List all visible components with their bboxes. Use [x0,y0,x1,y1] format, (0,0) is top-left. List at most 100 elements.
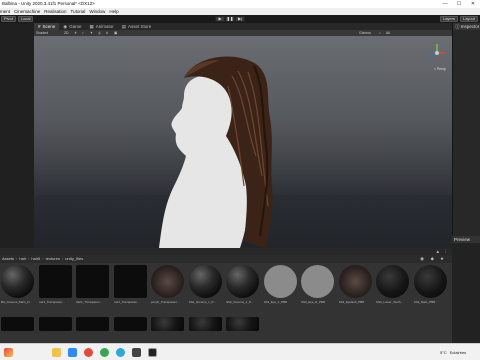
mail-icon[interactable] [68,348,77,357]
tab-scene-label: Scene [42,24,56,29]
asset-item[interactable]: SS3_Eye_1_PBR [263,265,300,304]
weather-status[interactable]: 5°C Eclairées [440,349,466,356]
asset-grid: BA_Grooms_Main_Ft hair1_Transparen... hair… [0,263,452,343]
scene-search-filter[interactable]: All [386,31,390,35]
preview-title: Preview [454,237,471,242]
shading-mode-dropdown[interactable]: Shaded [36,31,48,35]
tab-asset-store[interactable]: ▤ Asset Store [118,23,156,30]
asset-item[interactable]: hair1_Transparen... [76,265,112,304]
play-icon[interactable]: ▶ [215,16,225,22]
asset-thumbnail [188,317,222,331]
inspector-tab-icon: ⓘ [455,24,460,29]
opera-icon[interactable] [84,348,93,357]
hidden-objects-icon[interactable]: ◎ [98,31,101,35]
asset-item[interactable]: SS2_Grooms_1_P... [188,265,225,304]
grid-toggle-icon[interactable]: # [106,31,108,35]
asset-thumbnail [413,265,447,298]
character-model[interactable] [34,36,452,248]
asset-thumbnail [188,265,222,298]
asset-thumbnail [113,265,147,298]
scene-viewport[interactable]: < Persp [34,36,452,248]
asset-item-row2[interactable] [76,317,112,331]
layout-dropdown[interactable]: Layout [459,16,478,22]
search-icon[interactable]: ⌕ [379,31,381,35]
local-toggle[interactable]: Local [17,16,34,22]
layers-label: Layers [442,16,455,21]
asset-item-row2[interactable] [38,317,75,331]
layers-dropdown[interactable]: Layers [439,16,458,22]
file-explorer-icon[interactable] [52,348,61,357]
breadcrumb-separator: › [42,256,44,261]
asset-item[interactable]: hair1_Transparen... [38,265,75,304]
asset-item-row2[interactable] [1,317,37,331]
breadcrumb-assets[interactable]: Assets [2,255,14,263]
asset-item-row2[interactable] [188,317,225,331]
weather-text: Eclairées [449,350,467,355]
asset-item[interactable]: SS3_Nails_PBR [413,265,450,304]
main-toolbar: Pivot Local ▶ ❚❚ ▶| Layers Layout [0,15,480,23]
menu-cinemachine[interactable]: Cinemachine [14,8,40,15]
tab-animator[interactable]: ▦ Animator [85,23,117,30]
menu-help[interactable]: Help [109,8,118,15]
store-tab-icon: ▤ [121,24,127,29]
label-filter-icon[interactable]: ◆ [431,256,434,262]
menu-component[interactable]: ment [0,8,10,15]
step-icon[interactable]: ▶| [235,16,245,22]
asset-item[interactable]: SS3_Eye_R_PBR [301,265,337,304]
asset-item-row2[interactable] [113,317,150,331]
chrome-icon[interactable] [100,348,109,357]
asset-thumbnail [1,265,34,298]
weather-widget-icon[interactable] [4,348,13,357]
asset-item[interactable]: SS3_Eyelash_PBR [338,265,375,304]
project-lock-icon[interactable]: ▲ [436,249,440,254]
asset-thumbnail [113,317,147,331]
pivot-toggle[interactable]: Pivot [1,16,16,22]
asset-thumbnail [226,265,259,298]
perspective-label[interactable]: < Persp [434,67,446,71]
gizmos-dropdown[interactable]: Gizmos [359,31,371,35]
asset-item[interactable]: BA_Grooms_Main_Ft [1,265,37,304]
pivot-label: Pivot [4,16,13,21]
menu-realisation[interactable]: Realisation [44,8,66,15]
inspector-tab[interactable]: ⓘ Inspector [453,23,480,30]
pause-icon[interactable]: ❚❚ [225,16,235,22]
asset-item-row2[interactable] [226,317,262,331]
lighting-toggle-icon[interactable]: ☀ [74,31,77,35]
unity-hub-icon[interactable] [132,348,141,357]
inspector-tab-label: Inspector [460,24,480,29]
asset-thumbnail [76,265,109,298]
asset-item[interactable]: SS3_Lower_Teeth... [376,265,412,304]
scene-tab-icon: # [38,24,41,29]
asset-item[interactable]: hair1_Transparen... [113,265,150,304]
breadcrumb-hair5[interactable]: hair5 [31,255,40,263]
breadcrumb-hair[interactable]: hair [19,255,26,263]
menu-tutorial[interactable]: Tutorial [71,8,86,15]
close-button[interactable]: ✕ [466,0,480,8]
orientation-gizmo-icon[interactable] [426,42,448,64]
tab-game[interactable]: ◉ Game [59,23,85,30]
inspector-panel: ⓘ Inspector [452,23,480,236]
maximize-button[interactable]: ☐ [452,0,466,8]
breadcrumb-untty-files[interactable]: untty_files [65,255,83,263]
camera-settings-icon[interactable]: ▣ [114,31,117,35]
minimize-button[interactable]: — [438,0,452,8]
asset-label: hair1_Transparen... [76,300,103,304]
tab-scene[interactable]: # Scene [34,23,60,30]
visibility-icon[interactable]: ◉ [420,256,424,262]
2d-toggle[interactable]: 2D [64,31,68,35]
asset-item-row2[interactable] [151,317,187,331]
asset-label: SS2_Grooms_1_P... [188,300,216,304]
asset-thumbnail [338,265,372,298]
audio-toggle-icon[interactable]: ♪ [82,31,84,35]
effects-toggle-icon[interactable]: ✦ [90,31,93,35]
asset-label: SS3_Nails_PBR [413,300,436,304]
asset-item[interactable]: ponyb_Transparent... [151,265,187,304]
favorite-icon[interactable]: ★ [440,256,444,262]
asset-item[interactable]: SS2_Grooms_1_P... [226,265,262,304]
breadcrumb-textures[interactable]: textures [46,255,60,263]
edge-icon[interactable] [116,348,125,357]
unity-editor-icon[interactable] [148,348,157,357]
window-title: Balbina - Unity 2020.3.41f1 Personal* <D… [2,1,95,6]
play-controls: ▶ ❚❚ ▶| [215,16,245,22]
menu-window[interactable]: Window [89,8,105,15]
